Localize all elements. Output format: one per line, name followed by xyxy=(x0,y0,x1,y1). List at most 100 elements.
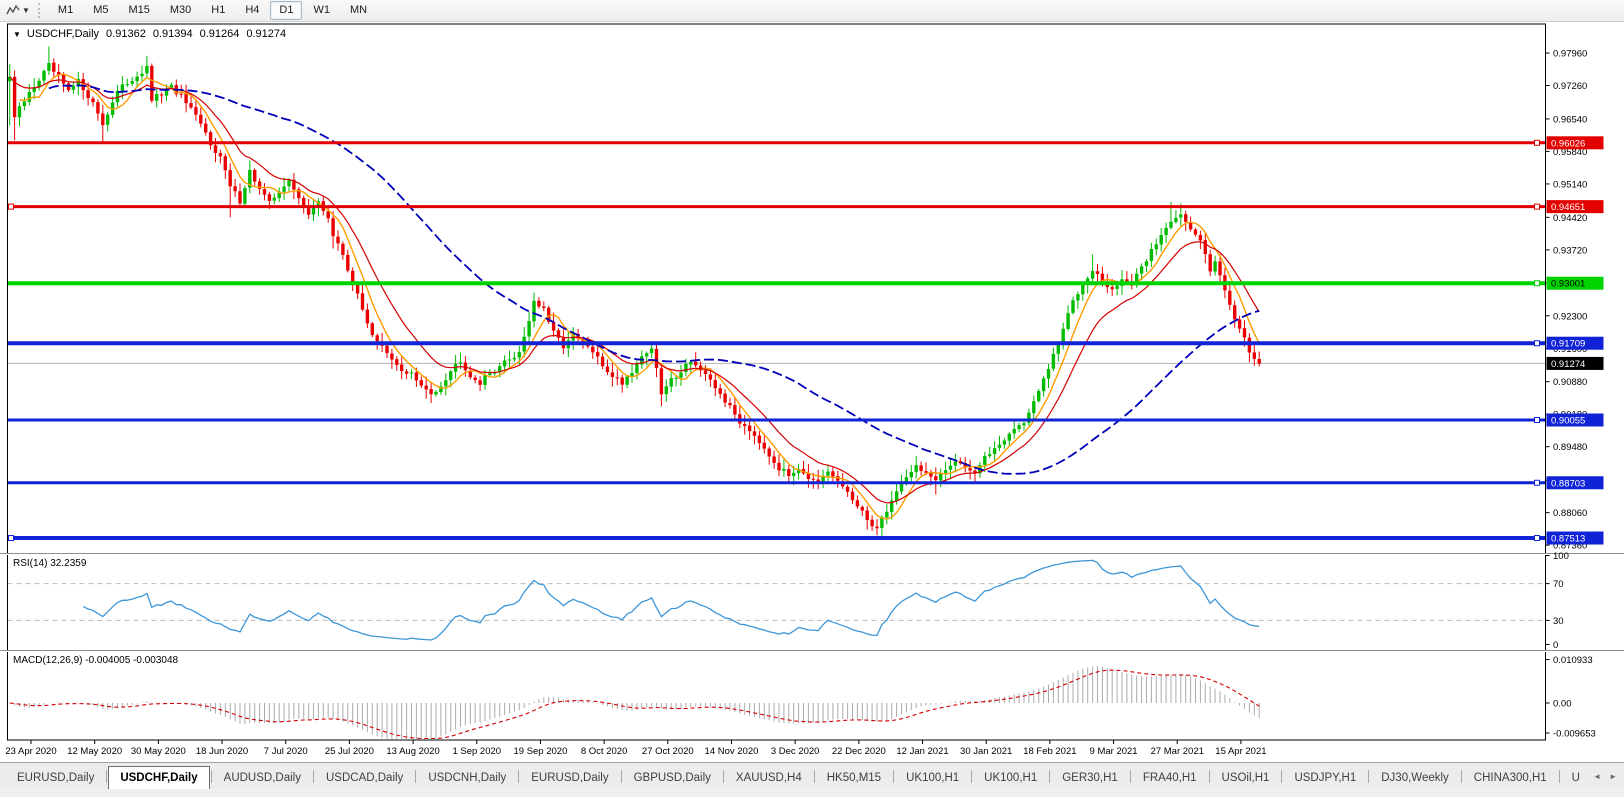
date-tick-label: 12 Jan 2021 xyxy=(896,746,948,757)
horizontal-lines[interactable] xyxy=(8,140,1546,540)
timeframe-button-D1[interactable]: D1 xyxy=(270,1,302,20)
macd-histogram xyxy=(10,666,1260,739)
tab-usdcad-daily[interactable]: USDCAD,Daily xyxy=(315,768,414,789)
svg-text:0.91709: 0.91709 xyxy=(1551,339,1585,350)
svg-text:0.88703: 0.88703 xyxy=(1551,478,1585,489)
tab-scroll-right-icon[interactable]: ► xyxy=(1605,769,1621,784)
date-tick-label: 15 Apr 2021 xyxy=(1215,746,1266,757)
tab-fra40-h1[interactable]: FRA40,H1 xyxy=(1132,768,1208,789)
price-badge-0.88703: 0.88703 xyxy=(1547,476,1604,489)
rsi-line xyxy=(83,560,1259,640)
timeframe-button-M30[interactable]: M30 xyxy=(161,1,200,20)
svg-text:0.90055: 0.90055 xyxy=(1551,416,1585,427)
price-axis-label: 0.89480 xyxy=(1553,442,1587,453)
price-axis[interactable]: 0.979600.972600.965400.958400.951400.944… xyxy=(1546,49,1604,552)
candlestick-series xyxy=(8,47,1261,538)
hline-handle[interactable] xyxy=(9,204,14,209)
hline-handle[interactable] xyxy=(1535,341,1540,346)
date-tick-label: 8 Oct 2020 xyxy=(581,746,627,757)
tab-separator xyxy=(211,770,212,783)
date-tick-label: 13 Aug 2020 xyxy=(386,746,439,757)
price-axis-label: 0.93720 xyxy=(1553,245,1587,256)
tab-separator xyxy=(1209,770,1210,783)
price-axis-label: 0.97960 xyxy=(1553,49,1587,60)
chart-symbol-label: USDCHF,Daily xyxy=(27,28,99,40)
price-axis-label: 0.94420 xyxy=(1553,213,1587,224)
tab-separator xyxy=(971,770,972,783)
tab-usdjpy-h1[interactable]: USDJPY,H1 xyxy=(1283,768,1367,789)
price-axis-label: 0.88060 xyxy=(1553,508,1587,519)
tab-usdcnh-daily[interactable]: USDCNH,Daily xyxy=(417,768,517,789)
tab-uk100-h1[interactable]: UK100,H1 xyxy=(895,768,970,789)
date-tick-label: 1 Sep 2020 xyxy=(452,746,501,757)
tab-uk100-h1[interactable]: UK100,H1 xyxy=(973,768,1048,789)
tab-separator xyxy=(1130,770,1131,783)
date-tick-label: 18 Feb 2021 xyxy=(1023,746,1076,757)
timeframe-button-M5[interactable]: M5 xyxy=(84,1,117,20)
tab-gbpusd-daily[interactable]: GBPUSD,Daily xyxy=(623,768,722,789)
price-axis-label: 0.96540 xyxy=(1553,114,1587,125)
tab-xauusd-h4[interactable]: XAUUSD,H4 xyxy=(725,768,813,789)
chart-area[interactable]: ▼ USDCHF,Daily 0.91362 0.91394 0.91264 0… xyxy=(0,22,1624,762)
price-badge-0.96026: 0.96026 xyxy=(1547,136,1604,149)
timeframe-button-M1[interactable]: M1 xyxy=(49,1,82,20)
bottom-strip xyxy=(0,789,1624,797)
tab-separator xyxy=(313,770,314,783)
hline-handle[interactable] xyxy=(1535,281,1540,286)
timeframe-button-W1[interactable]: W1 xyxy=(304,1,339,20)
price-badge-0.91709: 0.91709 xyxy=(1547,337,1604,350)
svg-text:0.87513: 0.87513 xyxy=(1551,534,1585,545)
macd-axis-label: 0.00 xyxy=(1553,699,1572,710)
timeframe-button-M15[interactable]: M15 xyxy=(119,1,158,20)
tab-separator xyxy=(893,770,894,783)
date-tick-label: 19 Sep 2020 xyxy=(513,746,567,757)
ohlc-close: 0.91274 xyxy=(246,28,286,40)
toolbar-grip[interactable] xyxy=(38,3,40,18)
timeframe-button-MN[interactable]: MN xyxy=(341,1,376,20)
rsi-axis-label: 30 xyxy=(1553,616,1564,627)
tab-scroll-left-icon[interactable]: ◄ xyxy=(1589,769,1605,784)
hline-handle[interactable] xyxy=(9,536,14,541)
chart-tool-dropdown-caret[interactable]: ▼ xyxy=(22,6,30,15)
date-tick-label: 27 Mar 2021 xyxy=(1151,746,1204,757)
date-tick-label: 22 Dec 2020 xyxy=(832,746,886,757)
price-axis-label: 0.97260 xyxy=(1553,81,1587,92)
tab-dj30-weekly[interactable]: DJ30,Weekly xyxy=(1370,768,1460,789)
chevron-down-icon[interactable]: ▼ xyxy=(13,30,21,39)
ohlc-high: 0.91394 xyxy=(153,28,193,40)
timeframe-button-H1[interactable]: H1 xyxy=(202,1,234,20)
time-axis[interactable]: 23 Apr 202012 May 202030 May 202018 Jun … xyxy=(5,740,1266,757)
tab-audusd-daily[interactable]: AUDUSD,Daily xyxy=(213,768,312,789)
svg-text:0.96026: 0.96026 xyxy=(1551,138,1585,149)
tab-usoil-h1[interactable]: USOil,H1 xyxy=(1211,768,1281,789)
date-tick-label: 3 Dec 2020 xyxy=(771,746,820,757)
rsi-indicator-label: RSI(14) 32.2359 xyxy=(13,558,87,569)
hline-handle[interactable] xyxy=(1535,204,1540,209)
date-tick-label: 14 Nov 2020 xyxy=(705,746,759,757)
macd-axis-label: -0.009653 xyxy=(1553,729,1596,740)
tab-separator xyxy=(723,770,724,783)
hline-handle[interactable] xyxy=(1535,140,1540,145)
tab-separator xyxy=(1461,770,1462,783)
tab-usdchf-daily[interactable]: USDCHF,Daily xyxy=(108,766,209,789)
tab-eurusd-daily[interactable]: EURUSD,Daily xyxy=(520,768,619,789)
hline-handle[interactable] xyxy=(1535,480,1540,485)
chart-cursor-icon[interactable] xyxy=(4,3,22,19)
tab-ger30-h1[interactable]: GER30,H1 xyxy=(1051,768,1129,789)
hline-handle[interactable] xyxy=(1535,418,1540,423)
date-tick-label: 7 Jul 2020 xyxy=(264,746,308,757)
price-axis-label: 0.90880 xyxy=(1553,377,1587,388)
timeframe-button-H4[interactable]: H4 xyxy=(236,1,268,20)
chart-canvas[interactable]: 0.979600.972600.965400.958400.951400.944… xyxy=(0,22,1624,762)
tab-hk50-m15[interactable]: HK50,M15 xyxy=(816,768,892,789)
current-price-badge: 0.91274 xyxy=(1547,357,1604,370)
rsi-axis-label: 70 xyxy=(1553,579,1564,590)
hline-handle[interactable] xyxy=(1535,536,1540,541)
tab-eurusd-daily[interactable]: EURUSD,Daily xyxy=(6,768,105,789)
price-badge-0.90055: 0.90055 xyxy=(1547,414,1604,427)
svg-text:0.91274: 0.91274 xyxy=(1551,359,1585,370)
tab-separator xyxy=(106,770,107,783)
tab-china300-h1[interactable]: CHINA300,H1 xyxy=(1463,768,1558,789)
price-badge-0.87513: 0.87513 xyxy=(1547,532,1604,545)
price-badge-0.93001: 0.93001 xyxy=(1547,277,1604,290)
